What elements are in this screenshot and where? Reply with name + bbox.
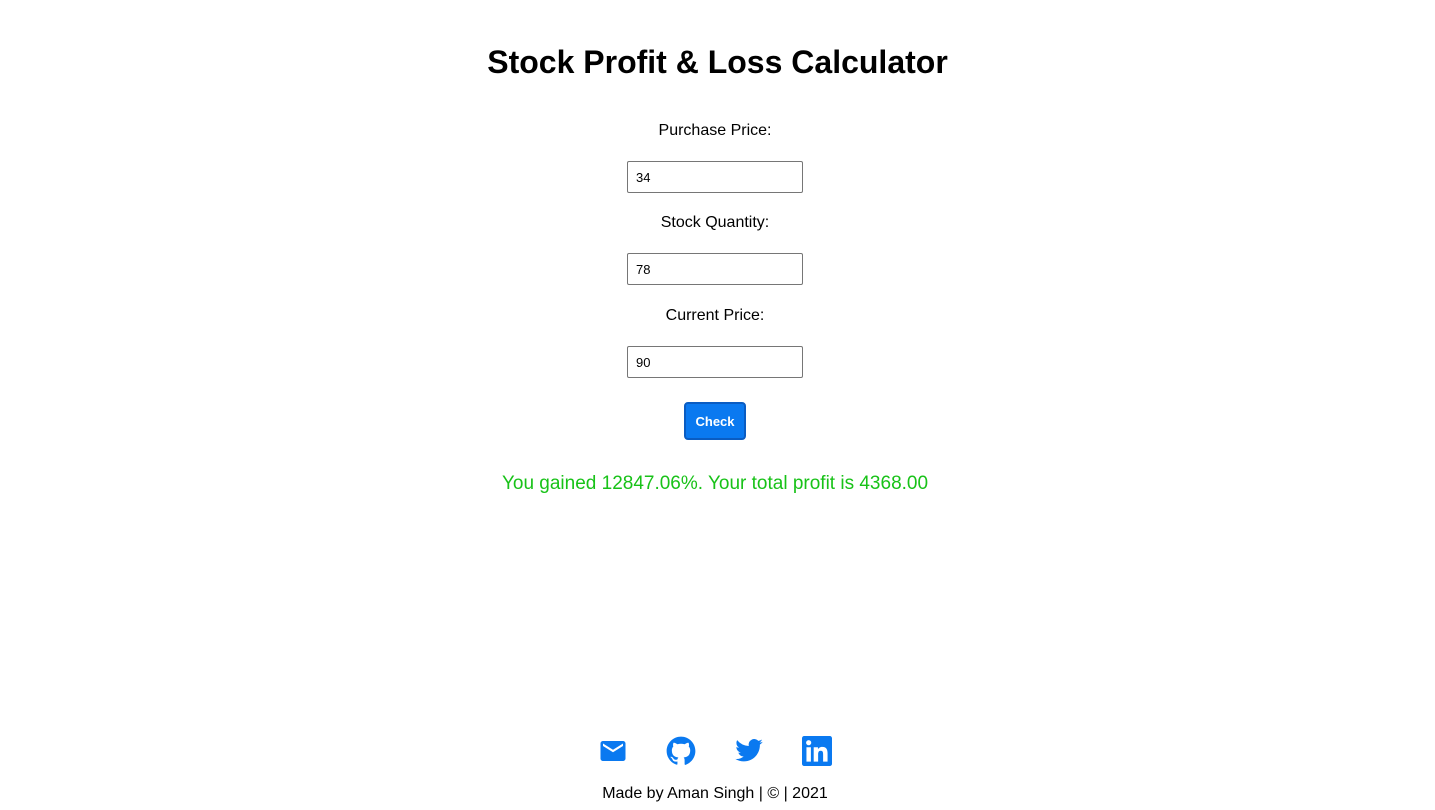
page-title: Stock Profit & Loss Calculator: [487, 44, 948, 80]
social-links: [0, 736, 1430, 766]
purchase-price-input[interactable]: [627, 161, 803, 193]
result-message: You gained 12847.06%. Your total profit …: [501, 473, 929, 494]
current-price-input[interactable]: [627, 346, 803, 378]
github-icon[interactable]: [666, 736, 696, 766]
stock-quantity-label: Stock Quantity:: [660, 214, 770, 231]
check-button[interactable]: Check: [684, 402, 746, 440]
current-price-label: Current Price:: [665, 307, 765, 324]
linkedin-icon[interactable]: [802, 736, 832, 766]
purchase-price-label: Purchase Price:: [658, 122, 772, 139]
stock-quantity-input[interactable]: [627, 253, 803, 285]
mail-icon[interactable]: [598, 736, 628, 766]
footer-credit: Made by Aman Singh | © | 2021: [602, 785, 828, 802]
twitter-icon[interactable]: [734, 736, 764, 766]
